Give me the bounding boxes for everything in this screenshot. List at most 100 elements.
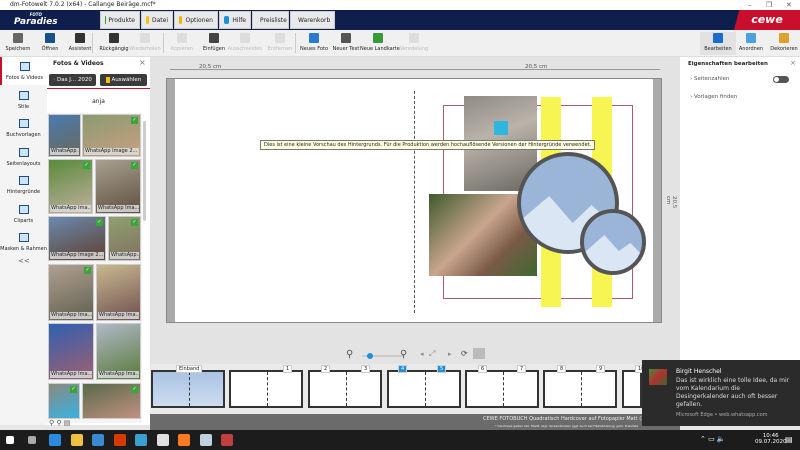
- zoom-slider[interactable]: [362, 353, 404, 359]
- mountain-circle-small[interactable]: [580, 209, 646, 275]
- page-numbers-item[interactable]: › Seitenzahlen: [690, 76, 730, 82]
- photo-thumbnail[interactable]: WhatsApp Image 2... ✓: [48, 216, 106, 261]
- book-spread[interactable]: [166, 78, 662, 323]
- tab-warenkorb[interactable]: Warenkorb: [290, 11, 335, 29]
- nav-stile[interactable]: Stile: [0, 86, 47, 114]
- tab-hilfe[interactable]: Hilfe: [219, 11, 251, 29]
- collapse-nav-button[interactable]: <<: [18, 257, 30, 265]
- properties-close-button[interactable]: ×: [790, 59, 796, 67]
- panel-close-button[interactable]: ×: [139, 58, 146, 67]
- photo-thumbnail[interactable]: ✓: [82, 383, 141, 419]
- page-number[interactable]: 8: [557, 365, 567, 373]
- snipping-icon[interactable]: [199, 434, 212, 446]
- toolbar-entfernen-button[interactable]: Entfernen: [262, 32, 298, 55]
- notification-toast[interactable]: Birgit Henschel Das ist wirklich eine to…: [642, 360, 800, 426]
- edge-icon[interactable]: [49, 434, 61, 446]
- nav-label: Seitenlayouts: [6, 160, 41, 167]
- action-center-icon[interactable]: ▤: [785, 435, 793, 444]
- page-number[interactable]: 2: [321, 365, 331, 373]
- toolbar-neue-landkarte-button[interactable]: Neue Landkarte: [360, 32, 400, 55]
- tab-produkte[interactable]: Produkte: [100, 11, 140, 29]
- photo-thumbnail[interactable]: WhatsApp Ima...: [96, 323, 141, 380]
- thumb-cover[interactable]: [151, 370, 225, 408]
- nav-buchvorlagen[interactable]: Buchvorlagen: [0, 114, 47, 142]
- photo-thumbnail[interactable]: WhatsApp Ima...: [96, 264, 141, 321]
- tab-preisliste[interactable]: Preisliste: [252, 11, 289, 29]
- file-explorer-icon[interactable]: [70, 434, 83, 446]
- zoom-out-button[interactable]: ⚲: [346, 349, 353, 360]
- photo-thumbnail[interactable]: WhatsApp Ima... ✓: [48, 159, 93, 214]
- toolbar-wiederholen-button[interactable]: Wiederholen: [127, 32, 163, 55]
- back-button[interactable]: ‹ Das J... 2020: [49, 74, 96, 86]
- zoom-slider-handle[interactable]: [367, 353, 374, 359]
- fit-screen-icon[interactable]: ⤢: [429, 349, 435, 359]
- next-page-icon[interactable]: ▸: [448, 350, 452, 358]
- firefox-icon[interactable]: [178, 434, 190, 446]
- zoom-in-button[interactable]: ⚲: [400, 349, 407, 360]
- mode-bearbeiten-button[interactable]: Bearbeiten: [700, 32, 736, 55]
- toolbar-icon: [13, 33, 23, 43]
- photo-thumbnail[interactable]: WhatsApp Ima... ✓: [95, 159, 141, 214]
- thumb-spread[interactable]: [308, 370, 382, 408]
- toolbar-neues-foto-button[interactable]: Neues Foto: [296, 32, 332, 55]
- brave-icon[interactable]: [156, 434, 169, 446]
- prev-page-icon[interactable]: ◂: [420, 350, 424, 358]
- tray-icons[interactable]: ⌃ ▭ 🔈: [700, 435, 726, 443]
- nav-hintergründe[interactable]: Hintergründe: [0, 171, 47, 199]
- nav-masken-rahmen[interactable]: Masken & Rahmen: [0, 228, 47, 256]
- windows-start-icon[interactable]: [6, 436, 14, 444]
- thumb-spread[interactable]: [229, 370, 303, 408]
- close-button[interactable]: ✕: [786, 0, 792, 10]
- restore-button[interactable]: ❐: [766, 0, 772, 10]
- toolbar-veredelung-button[interactable]: Veredelung: [396, 32, 432, 55]
- page-number[interactable]: 5: [437, 365, 447, 373]
- zoom-in-icon[interactable]: ⚲: [56, 419, 61, 427]
- photo-caption: WhatsApp Ima...: [97, 205, 139, 212]
- view-mode-button[interactable]: [473, 348, 485, 359]
- toolbar-neuer-text-button[interactable]: Neuer Text: [328, 32, 364, 55]
- office-icon[interactable]: [113, 434, 126, 446]
- sort-icon[interactable]: ▤: [64, 419, 71, 427]
- zoom-out-icon[interactable]: ⚲: [49, 419, 54, 427]
- toolbar-kopieren-button[interactable]: Kopieren: [164, 32, 200, 55]
- photo-thumbnail[interactable]: WhatsApp Ima...: [48, 323, 94, 380]
- clock[interactable]: 10:46 09.07.2020: [755, 433, 787, 445]
- page-number[interactable]: 9: [596, 365, 606, 373]
- fotowelt-icon[interactable]: [221, 434, 233, 446]
- toolbar-speichern-button[interactable]: Speichern: [0, 32, 36, 55]
- nav-seitenlayouts[interactable]: Seitenlayouts: [0, 143, 47, 171]
- thumb-spread[interactable]: [387, 370, 461, 408]
- thumb-spread[interactable]: [465, 370, 539, 408]
- select-button[interactable]: Auswählen: [100, 74, 147, 86]
- photo-thumbnail[interactable]: WhatsApp... ✓: [108, 216, 141, 261]
- minimize-button[interactable]: –: [748, 0, 752, 10]
- find-templates-item[interactable]: › Vorlagen finden: [690, 94, 737, 100]
- media-player-icon[interactable]: [135, 434, 147, 446]
- toolbar-icon: [409, 33, 419, 43]
- panel-scrollbar[interactable]: [143, 121, 146, 221]
- page-number[interactable]: 3: [361, 365, 371, 373]
- page-number[interactable]: 4: [398, 365, 408, 373]
- task-view-icon[interactable]: [27, 436, 36, 444]
- mode-dekorieren-button[interactable]: Dekorieren: [766, 32, 800, 55]
- page-number[interactable]: 1: [283, 365, 293, 373]
- photo-thumbnail[interactable]: ✓: [48, 383, 80, 419]
- mode-anordnen-button[interactable]: Anordnen: [733, 32, 769, 55]
- store-icon[interactable]: [92, 434, 104, 446]
- tab-label: Optionen: [185, 16, 213, 24]
- nav-cliparts[interactable]: Cliparts: [0, 200, 47, 228]
- thumb-spread[interactable]: [543, 370, 617, 408]
- photo-thumbnail[interactable]: WhatsApp ...: [48, 114, 81, 157]
- page-numbers-toggle[interactable]: [773, 76, 789, 83]
- photo-thumbnail[interactable]: WhatsApp Image 2... ✓: [82, 114, 141, 157]
- tab-optionen[interactable]: Optionen: [174, 11, 218, 29]
- thumb-spread[interactable]: [622, 370, 661, 408]
- tab-datei[interactable]: Datei: [141, 11, 173, 29]
- photo-thumbnail[interactable]: WhatsApp Ima... ✓: [48, 264, 94, 321]
- nav-fotos-videos[interactable]: Fotos & Videos: [0, 57, 47, 85]
- toolbar-ausschneiden-button[interactable]: Ausschneiden: [227, 32, 263, 55]
- page-number[interactable]: 7: [517, 365, 527, 373]
- page-number[interactable]: 6: [478, 365, 488, 373]
- rotate-icon[interactable]: ⟳: [461, 349, 468, 358]
- cover-label: Einband: [176, 365, 203, 373]
